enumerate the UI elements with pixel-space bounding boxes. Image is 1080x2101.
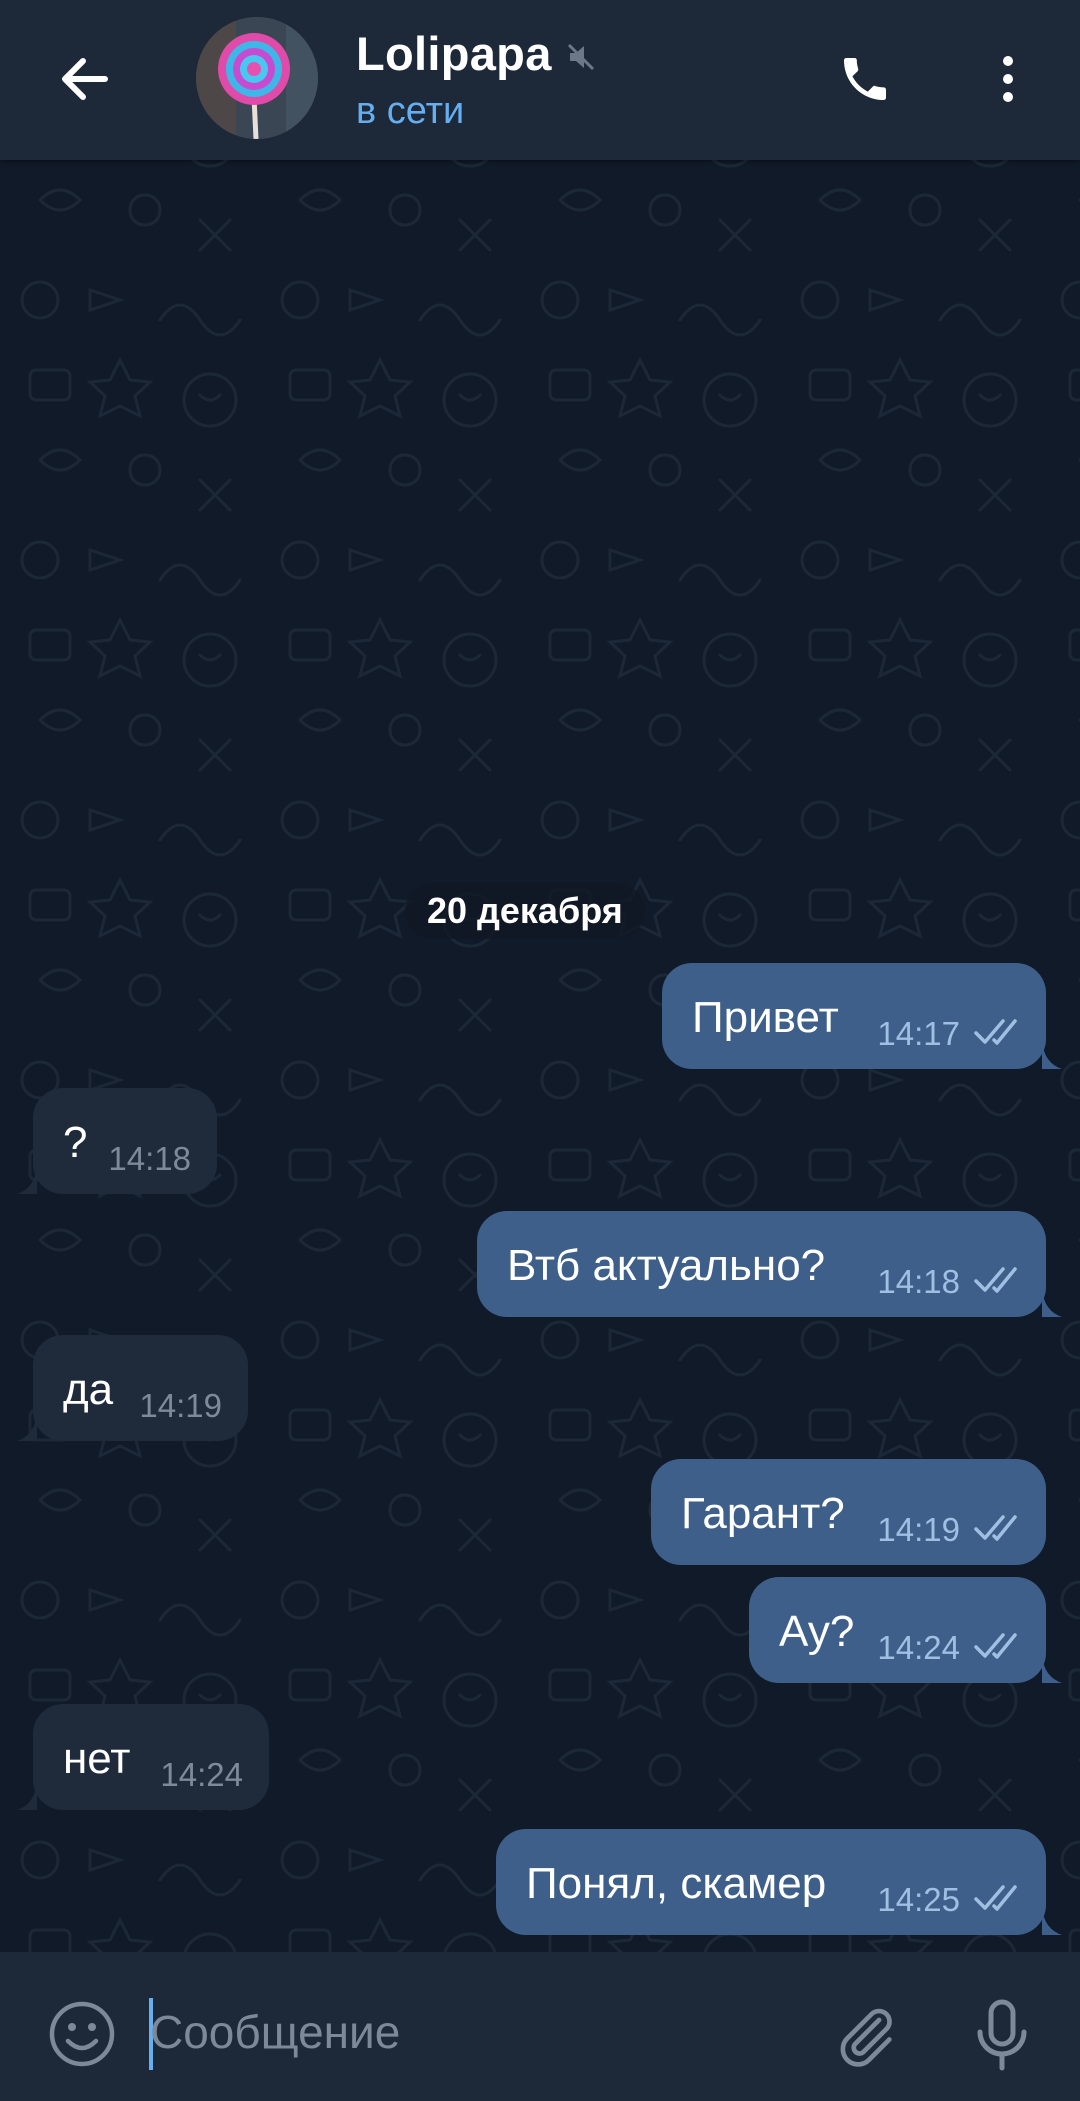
message-text: ? [63, 1118, 88, 1167]
back-button[interactable] [42, 36, 128, 122]
double-check-icon [974, 1633, 1017, 1659]
message-time: 14:18 [108, 1140, 191, 1177]
online-status: в сети [356, 90, 465, 132]
message-bubble-outgoing[interactable]: Ау? 14:24 [749, 1577, 1062, 1683]
message-time: 14:19 [139, 1387, 222, 1424]
lollipop-avatar-image [196, 17, 318, 139]
paperclip-icon [840, 2008, 892, 2067]
double-check-icon [974, 1267, 1017, 1293]
more-vertical-icon [1003, 56, 1013, 102]
chat-header: Lolipapa в сети [0, 0, 1080, 160]
message-bubble-outgoing[interactable]: Привет 14:17 [662, 963, 1062, 1069]
message-bubble-outgoing[interactable]: Понял, скамер 14:25 [496, 1829, 1062, 1935]
message-text: да [63, 1365, 114, 1414]
call-button[interactable] [822, 36, 908, 122]
emoji-button[interactable] [42, 1994, 122, 2074]
bubble-tail [17, 1166, 37, 1194]
avatar[interactable] [196, 17, 318, 139]
date-separator: 20 декабря [405, 883, 645, 939]
message-bubble-incoming[interactable]: да 14:19 [17, 1335, 248, 1441]
message-time: 14:24 [877, 1629, 960, 1666]
message-time: 14:19 [877, 1511, 960, 1548]
message-time: 14:18 [877, 1263, 960, 1300]
double-check-icon [974, 1885, 1017, 1911]
bubble-tail [1042, 1041, 1062, 1069]
more-options-button[interactable] [965, 36, 1051, 122]
message-text: Привет [692, 993, 839, 1042]
message-bubble-outgoing[interactable]: Втб актуально? 14:18 [477, 1211, 1062, 1317]
emoji-icon [49, 2001, 115, 2067]
attach-button[interactable] [824, 1994, 908, 2078]
chat-title[interactable]: Lolipapa [356, 26, 552, 81]
bubble-tail [1042, 1907, 1062, 1935]
microphone-button[interactable] [960, 1994, 1044, 2078]
message-text: Ау? [779, 1607, 855, 1656]
muted-speaker-icon [567, 43, 594, 70]
microphone-icon [977, 1999, 1027, 2071]
message-time: 14:17 [877, 1015, 960, 1052]
message-bubble-outgoing[interactable]: Гарант? 14:19 [651, 1459, 1046, 1565]
message-text: Гарант? [681, 1489, 845, 1538]
bubble-tail [17, 1413, 37, 1441]
message-text: Втб актуально? [507, 1241, 826, 1290]
double-check-icon [974, 1515, 1017, 1541]
message-time: 14:24 [160, 1756, 243, 1793]
message-text: нет [63, 1734, 131, 1783]
message-text: Понял, скамер [526, 1859, 827, 1908]
double-check-icon [974, 1019, 1017, 1045]
arrow-left-icon [62, 58, 108, 100]
bubble-tail [17, 1782, 37, 1810]
message-time: 14:25 [877, 1881, 960, 1918]
phone-icon [844, 58, 886, 100]
message-bubble-incoming[interactable]: ? 14:18 [17, 1088, 217, 1194]
message-input[interactable] [150, 1992, 800, 2072]
message-composer [0, 1952, 1080, 2101]
bubble-tail [1042, 1655, 1062, 1683]
bubble-tail [1042, 1289, 1062, 1317]
message-bubble-incoming[interactable]: нет 14:24 [17, 1704, 269, 1810]
